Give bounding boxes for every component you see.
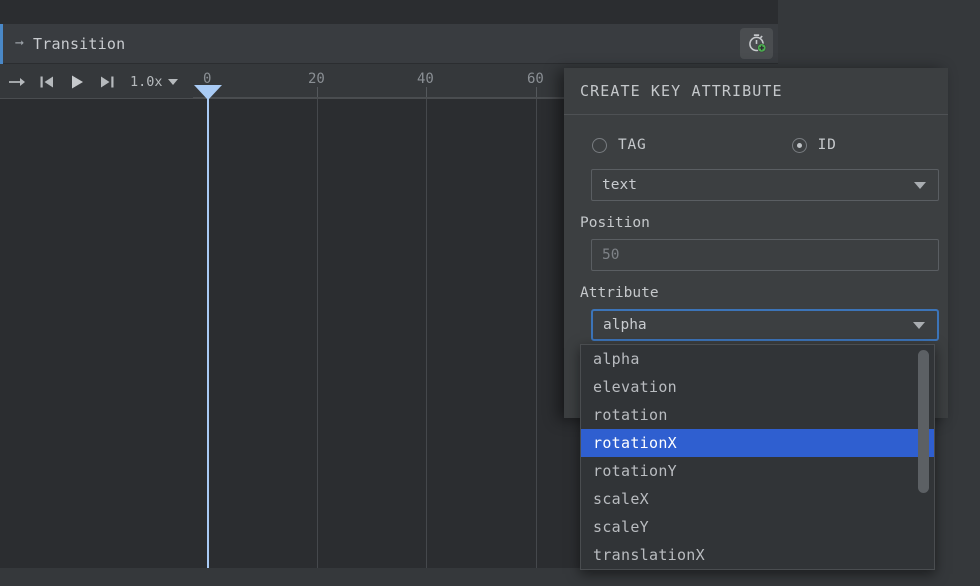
- dropdown-option[interactable]: translationX: [581, 541, 934, 569]
- ruler-tick-label: 20: [308, 71, 325, 87]
- playhead-handle[interactable]: [194, 85, 222, 100]
- chevron-down-icon: [168, 79, 178, 85]
- radio-option-id[interactable]: ID: [792, 137, 837, 153]
- ruler-tick-mark: [317, 87, 318, 97]
- playback-speed-label: 1.0x: [130, 74, 163, 90]
- dialog-title: CREATE KEY ATTRIBUTE: [564, 68, 948, 115]
- ruler-tick-mark: [536, 87, 537, 97]
- arrow-right-icon: ➞: [15, 36, 24, 51]
- timeline-footer: [0, 568, 778, 586]
- dialog-body: TAG ID text Position 50 Attribute al: [564, 115, 948, 341]
- add-keyframe-button[interactable]: [740, 28, 773, 59]
- transition-accent-bar: [0, 24, 3, 64]
- stopwatch-plus-icon: [746, 33, 767, 54]
- dropdown-option[interactable]: scaleY: [581, 513, 934, 541]
- top-strip: [0, 0, 778, 24]
- radio-circle-selected-icon: [792, 138, 807, 153]
- playback-speed-selector[interactable]: 1.0x: [130, 74, 178, 90]
- dropdown-option-highlighted[interactable]: rotationX: [581, 429, 934, 457]
- dropdown-option[interactable]: rotationY: [581, 457, 934, 485]
- radio-option-tag[interactable]: TAG: [592, 137, 647, 153]
- ruler-tick-label: 60: [527, 71, 544, 87]
- motion-editor-root: ➞ Transition: [0, 0, 980, 586]
- dropdown-option[interactable]: rotation: [581, 401, 934, 429]
- dropdown-scrollbar[interactable]: [918, 350, 929, 566]
- dropdown-option[interactable]: scaleX: [581, 485, 934, 513]
- target-id-dropdown[interactable]: text: [591, 169, 939, 201]
- timeline-grid-line: [317, 99, 318, 569]
- playhead-line: [207, 99, 209, 569]
- chevron-down-icon: [914, 182, 926, 189]
- skip-to-start-icon[interactable]: [34, 70, 60, 94]
- dropdown-scrollbar-thumb[interactable]: [918, 350, 929, 493]
- play-icon[interactable]: [64, 70, 90, 94]
- timeline-grid-line: [426, 99, 427, 569]
- chevron-down-icon: [913, 322, 925, 329]
- target-id-value: text: [602, 177, 637, 193]
- ruler-tick-label: 40: [417, 71, 434, 87]
- step-forward-arrow-icon[interactable]: [4, 70, 30, 94]
- transition-title: Transition: [33, 35, 125, 53]
- position-placeholder: 50: [602, 247, 619, 263]
- position-input[interactable]: 50: [591, 239, 939, 271]
- radio-label-tag: TAG: [618, 137, 647, 153]
- radio-label-id: ID: [818, 137, 837, 153]
- ruler-tick-mark: [426, 87, 427, 97]
- transport-toolbar: 1.0x: [0, 65, 193, 98]
- attribute-value: alpha: [603, 317, 647, 333]
- dropdown-option[interactable]: alpha: [581, 345, 934, 373]
- transition-header[interactable]: ➞ Transition: [0, 24, 778, 64]
- radio-circle-unselected-icon: [592, 138, 607, 153]
- position-label: Position: [580, 215, 932, 231]
- target-type-radio-group: TAG ID: [580, 129, 932, 161]
- skip-to-end-icon[interactable]: [94, 70, 120, 94]
- dropdown-option[interactable]: elevation: [581, 373, 934, 401]
- timeline-grid-line: [536, 99, 537, 569]
- attribute-label: Attribute: [580, 285, 932, 301]
- attribute-dropdown[interactable]: alpha: [591, 309, 939, 341]
- attribute-dropdown-list[interactable]: alpha elevation rotation rotationX rotat…: [580, 344, 935, 570]
